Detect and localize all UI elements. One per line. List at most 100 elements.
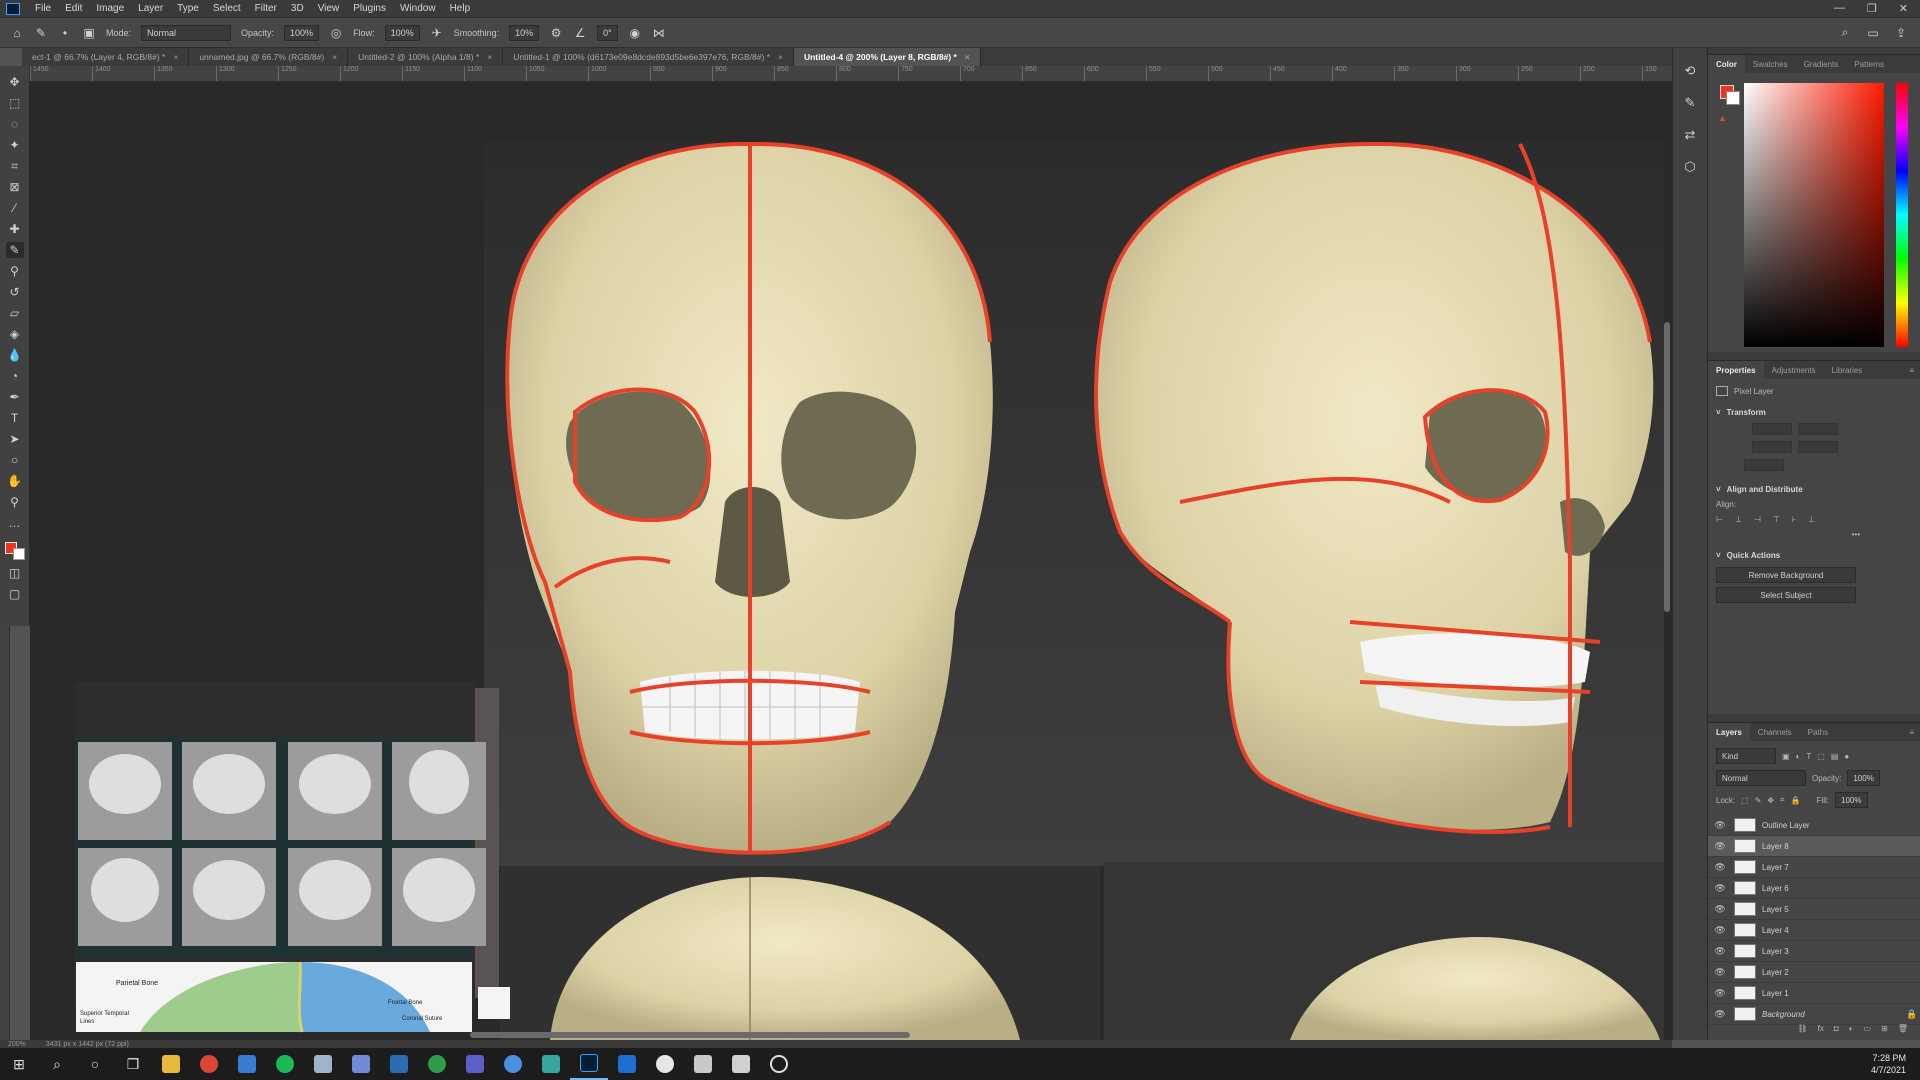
align-center-h-icon[interactable]: ⊥	[1735, 515, 1742, 524]
menu-layer[interactable]: Layer	[131, 3, 170, 14]
visibility-eye-icon[interactable]: 👁	[1712, 883, 1728, 894]
history-brush-icon[interactable]: ↺	[6, 284, 24, 300]
canvas-area[interactable]: Parietal Bone Superior Temporal Lines Fr…	[30, 82, 1672, 1040]
pen-tool-icon[interactable]: ✒	[6, 389, 24, 405]
close-icon[interactable]: ×	[487, 52, 492, 62]
align-left-icon[interactable]: ⊢	[1716, 515, 1723, 524]
layer-row[interactable]: 👁 Layer 5	[1708, 899, 1920, 920]
unreal-icon[interactable]	[646, 1048, 684, 1080]
share-icon[interactable]: ⇪	[1894, 26, 1908, 40]
discord-icon[interactable]	[342, 1048, 380, 1080]
pressure-opacity-icon[interactable]: ◎	[329, 26, 343, 40]
hand-tool-icon[interactable]: ✋	[6, 473, 24, 489]
vertical-scrollbar[interactable]	[1664, 322, 1670, 612]
fill-field[interactable]: 100%	[1835, 792, 1868, 808]
hue-slider[interactable]	[1896, 83, 1908, 347]
eraser-icon[interactable]: ▱	[6, 305, 24, 321]
visibility-eye-icon[interactable]: 👁	[1712, 925, 1728, 936]
eyedropper-icon[interactable]: ⁄	[6, 200, 24, 216]
app-icon-shield[interactable]	[608, 1048, 646, 1080]
angle-field[interactable]: 0°	[597, 24, 618, 41]
angle-icon[interactable]: ∠	[573, 26, 587, 40]
lock-icon[interactable]: 🔒	[1906, 1009, 1920, 1020]
app-icon-circle[interactable]	[494, 1048, 532, 1080]
menu-filter[interactable]: Filter	[248, 3, 284, 14]
new-layer-icon[interactable]: ⊞	[1881, 1024, 1888, 1033]
menu-edit[interactable]: Edit	[58, 3, 89, 14]
align-bottom-icon[interactable]: ⊥	[1808, 515, 1815, 524]
x-field[interactable]	[1798, 423, 1838, 435]
color-swatches[interactable]	[4, 542, 25, 560]
angle-field[interactable]	[1744, 459, 1784, 471]
menu-help[interactable]: Help	[443, 3, 478, 14]
tab-channels[interactable]: Channels	[1750, 723, 1800, 741]
visibility-eye-icon[interactable]: 👁	[1712, 862, 1728, 873]
tab-document-3[interactable]: Untitled-2 @ 100% (Alpha 1/8) * ×	[348, 48, 504, 66]
screen-mode-icon[interactable]: ▢	[6, 586, 24, 602]
spotify-icon[interactable]	[266, 1048, 304, 1080]
teams-icon[interactable]	[456, 1048, 494, 1080]
zoom-tool-icon[interactable]: ⚲	[6, 494, 24, 510]
remove-background-button[interactable]: Remove Background	[1716, 567, 1856, 583]
tab-patterns[interactable]: Patterns	[1846, 55, 1892, 73]
file-explorer-icon[interactable]	[152, 1048, 190, 1080]
tab-document-4[interactable]: Untitled-1 @ 100% (d6173e09e8dcde893d5be…	[503, 48, 794, 66]
frame-tool-icon[interactable]: ⊠	[6, 179, 24, 195]
layer-row[interactable]: 👁 Layer 3	[1708, 941, 1920, 962]
brush-settings-icon[interactable]: ▣	[82, 26, 96, 40]
more-tools-icon[interactable]: …	[6, 515, 24, 531]
filter-toggle-icon[interactable]: ●	[1844, 752, 1849, 761]
mode-select[interactable]: Normal	[141, 24, 232, 41]
close-icon[interactable]: ×	[173, 52, 178, 62]
smoothing-settings-icon[interactable]: ⚙	[549, 26, 563, 40]
home-icon[interactable]: ⌂	[10, 26, 24, 40]
filter-adjust-icon[interactable]: ◐	[1796, 752, 1801, 761]
maya-icon[interactable]	[532, 1048, 570, 1080]
chrome-icon[interactable]	[190, 1048, 228, 1080]
system-clock[interactable]: 7:28 PM 4/7/2021	[1871, 1052, 1920, 1076]
menu-3d[interactable]: 3D	[284, 3, 311, 14]
pressure-size-icon[interactable]: ◉	[628, 26, 642, 40]
adjustments-icon[interactable]: ⇄	[1681, 126, 1699, 144]
layer-row-selected[interactable]: 👁 Layer 8	[1708, 836, 1920, 857]
lock-all-icon[interactable]: 🔒	[1791, 796, 1801, 805]
3d-icon[interactable]: ⬡	[1681, 158, 1699, 176]
cortana-icon[interactable]: ○	[76, 1048, 114, 1080]
store-icon[interactable]	[380, 1048, 418, 1080]
chevron-down-icon[interactable]: ˅	[1716, 551, 1721, 560]
visibility-eye-icon[interactable]: 👁	[1712, 967, 1728, 978]
document-size[interactable]: 3431 px x 1442 px (72 ppi)	[46, 1041, 129, 1048]
flow-field[interactable]: 100%	[384, 24, 420, 41]
horizontal-scrollbar[interactable]	[470, 1032, 910, 1038]
brush-preset-icon[interactable]: •	[58, 26, 72, 40]
tab-gradients[interactable]: Gradients	[1796, 55, 1847, 73]
tab-document-1[interactable]: ect-1 @ 66.7% (Layer 4, RGB/8#) * ×	[22, 48, 190, 66]
background-color-chip[interactable]	[1726, 91, 1740, 105]
tab-document-5-active[interactable]: Untitled-4 @ 200% (Layer 8, RGB/8#) * ×	[793, 48, 981, 66]
magic-wand-icon[interactable]: ✦	[6, 137, 24, 153]
restore-icon[interactable]: ❐	[1867, 2, 1877, 15]
path-select-icon[interactable]: ➤	[6, 431, 24, 447]
brush-tool-icon[interactable]: ✎	[34, 26, 48, 40]
app-icon-a[interactable]	[684, 1048, 722, 1080]
align-top-icon[interactable]: ⊤	[1773, 515, 1780, 524]
blur-tool-icon[interactable]: 💧	[6, 347, 24, 363]
filter-pixel-icon[interactable]: ▣	[1782, 752, 1790, 761]
tab-libraries[interactable]: Libraries	[1824, 361, 1871, 379]
color-field[interactable]	[1744, 83, 1884, 347]
panel-menu-icon[interactable]: ≡	[1909, 723, 1920, 741]
type-tool-icon[interactable]: T	[6, 410, 24, 426]
tab-adjustments[interactable]: Adjustments	[1764, 361, 1824, 379]
lock-transparent-icon[interactable]: ⬚	[1741, 796, 1749, 805]
zoom-readout[interactable]: 200%	[8, 1041, 26, 1048]
visibility-eye-icon[interactable]: 👁	[1712, 841, 1728, 852]
panel-menu-icon[interactable]: ≡	[1909, 361, 1920, 379]
delete-layer-icon[interactable]: 🗑	[1898, 1024, 1908, 1033]
menu-select[interactable]: Select	[206, 3, 248, 14]
layer-row[interactable]: 👁 Layer 6	[1708, 878, 1920, 899]
menu-file[interactable]: File	[28, 3, 58, 14]
chevron-down-icon[interactable]: ˅	[1716, 408, 1721, 417]
photoshop-logo-icon[interactable]	[6, 2, 20, 15]
y-field[interactable]	[1798, 441, 1838, 453]
blend-mode-select[interactable]: Normal	[1716, 770, 1806, 786]
